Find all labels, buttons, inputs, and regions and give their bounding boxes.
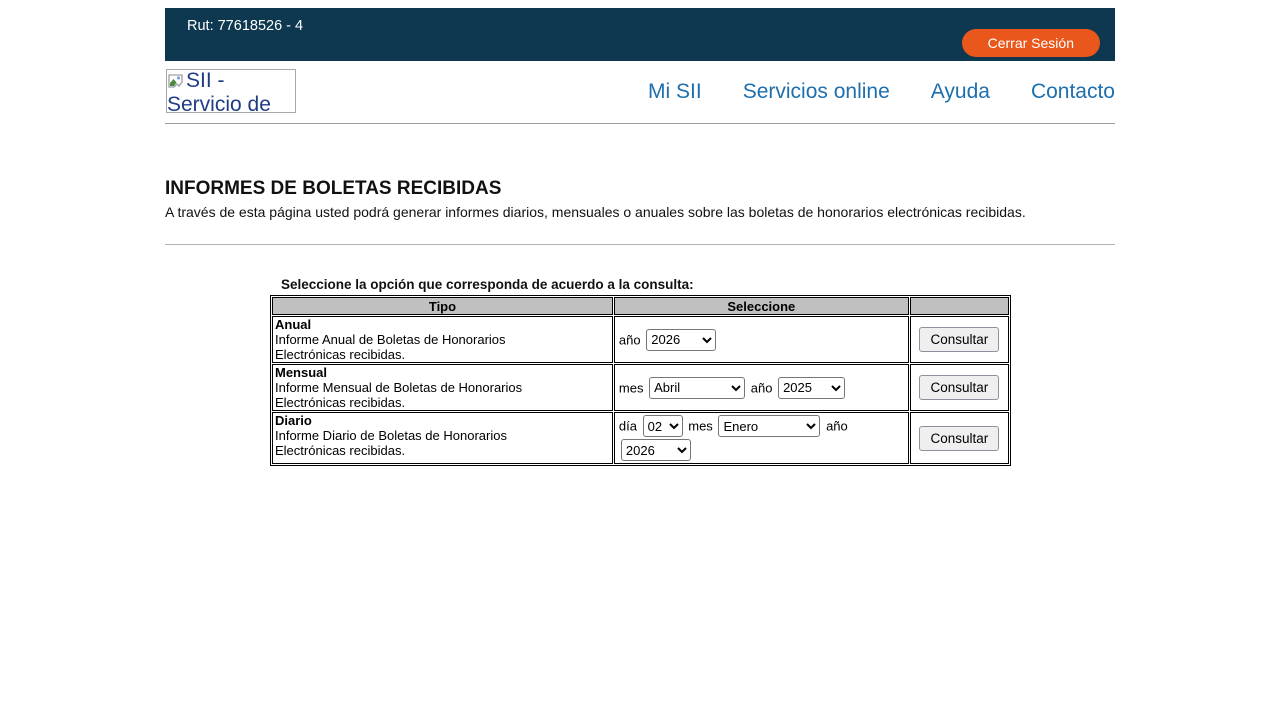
table-row-mensual: Mensual Informe Mensual de Boletas de Ho… xyxy=(272,364,1009,411)
logout-button[interactable]: Cerrar Sesión xyxy=(961,29,1100,57)
main-nav: Mi SII Servicios online Ayuda Contacto xyxy=(648,61,1115,123)
column-header-seleccione: Seleccione xyxy=(613,297,909,315)
row-description-line1: Informe Mensual de Boletas de Honorarios xyxy=(275,380,523,395)
row-type-label: Mensual xyxy=(275,365,328,380)
mensual-year-select[interactable]: 2025 xyxy=(778,376,846,399)
diario-year-select[interactable]: 2026 xyxy=(620,439,691,461)
column-header-tipo: Tipo xyxy=(272,297,613,315)
rut-label: Rut: 77618526 - 4 xyxy=(187,18,304,34)
reports-table: Tipo Seleccione Anual Informe Anual de B… xyxy=(270,295,1011,466)
row-description-line2: Electrónicas recibidas. xyxy=(275,443,406,458)
nav-mi-sii[interactable]: Mi SII xyxy=(648,80,702,104)
diario-month-select[interactable]: Enero xyxy=(718,415,821,437)
row-type-label: Anual xyxy=(275,317,312,332)
diario-consultar-button[interactable]: Consultar xyxy=(919,425,1000,451)
session-bar: Rut: 77618526 - 4 Cerrar Sesión xyxy=(165,8,1115,61)
page-description: A través de esta página usted podrá gene… xyxy=(165,204,1026,220)
diario-day-select[interactable]: 02 xyxy=(642,415,683,437)
nav-contacto[interactable]: Contacto xyxy=(1031,80,1115,104)
sii-logo-broken-image[interactable]: SII - Servicio de xyxy=(166,69,296,113)
nav-servicios-online[interactable]: Servicios online xyxy=(743,80,890,104)
table-row-diario: Diario Informe Diario de Boletas de Hono… xyxy=(272,412,1009,464)
nav-ayuda[interactable]: Ayuda xyxy=(931,80,990,104)
mensual-month-select[interactable]: Abril xyxy=(649,376,746,399)
anual-consultar-button[interactable]: Consultar xyxy=(919,327,1000,352)
table-header-row: Tipo Seleccione xyxy=(272,297,1009,315)
year-label: año xyxy=(826,418,848,434)
month-label: mes xyxy=(618,380,644,395)
month-label: mes xyxy=(688,418,713,434)
anual-year-select[interactable]: 2026 xyxy=(646,328,717,351)
site-header: SII - Servicio de Mi SII Servicios onlin… xyxy=(165,61,1115,124)
day-label: día xyxy=(618,418,637,434)
page-container: Rut: 77618526 - 4 Cerrar Sesión SII - Se… xyxy=(165,0,1115,466)
table-row-anual: Anual Informe Anual de Boletas de Honora… xyxy=(272,316,1009,363)
row-description-line1: Informe Anual de Boletas de Honorarios xyxy=(275,332,506,347)
broken-image-icon xyxy=(168,72,185,94)
row-description-line2: Electrónicas recibidas. xyxy=(275,395,406,410)
column-header-action xyxy=(909,297,1009,315)
page-title: INFORMES DE BOLETAS RECIBIDAS xyxy=(165,178,502,199)
mensual-consultar-button[interactable]: Consultar xyxy=(919,375,1000,400)
year-label: año xyxy=(618,332,641,347)
year-label: año xyxy=(750,380,773,395)
row-description-line2: Electrónicas recibidas. xyxy=(275,347,406,362)
instruction-text: Seleccione la opción que corresponda de … xyxy=(281,277,694,292)
row-description-line1: Informe Diario de Boletas de Honorarios xyxy=(275,428,507,443)
row-type-label: Diario xyxy=(275,413,312,428)
divider xyxy=(165,244,1115,245)
